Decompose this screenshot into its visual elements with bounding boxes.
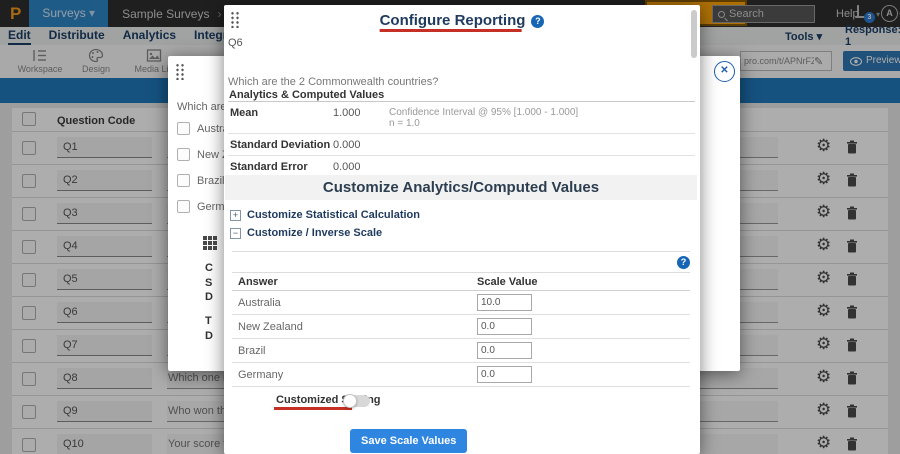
section-customize-statistical-calculation[interactable]: + Customize Statistical Calculation [230, 209, 420, 221]
confidence-interval: Confidence Interval @ 95% [1.000 - 1.000… [389, 107, 578, 118]
clipped-label: T [205, 315, 212, 327]
help-icon[interactable]: ? [677, 256, 690, 269]
scale-value-input[interactable] [477, 366, 532, 383]
column-header: Scale Value [477, 276, 538, 288]
scale-table: Answer Scale Value Australia New Zealand [232, 273, 690, 387]
clipped-label: C [205, 262, 213, 274]
stat-row: Standard Error 0.000 [228, 156, 695, 177]
question-text: Which are the 2 Commonwealth countries? [228, 76, 438, 88]
stat-label: Mean [230, 107, 333, 129]
section-label: Customize / Inverse Scale [247, 227, 382, 239]
answer-label: New Zealand [238, 321, 303, 333]
save-scale-values-button[interactable]: Save Scale Values [350, 429, 467, 453]
stat-notes: Confidence Interval @ 95% [1.000 - 1.000… [389, 107, 695, 129]
clipped-label: D [205, 291, 213, 303]
scale-table-header: Answer Scale Value [232, 273, 690, 291]
configure-reporting-dialog: Configure Reporting? Q6 Which are the 2 … [224, 5, 700, 454]
toggle-knob[interactable] [343, 394, 357, 408]
option-checkbox[interactable] [177, 174, 190, 187]
label-underline [274, 407, 352, 410]
customized-scaling-toggle[interactable] [344, 395, 370, 407]
collapse-icon[interactable]: − [230, 228, 241, 239]
scale-rows: Australia New Zealand Brazil Ger [232, 291, 690, 387]
title-underline [380, 29, 522, 32]
scale-row: New Zealand [232, 315, 690, 339]
answer-option: Brazil [177, 174, 225, 187]
question-code: Q6 [228, 37, 243, 49]
clipped-label: S [205, 277, 212, 289]
option-label: Brazil [197, 175, 225, 187]
customize-heading: Customize Analytics/Computed Values [225, 175, 697, 200]
stat-row: Standard Deviation 0.000 [228, 134, 695, 156]
option-checkbox[interactable] [177, 148, 190, 161]
help-icon[interactable]: ? [531, 15, 544, 28]
stat-label: Standard Error [230, 161, 333, 173]
scale-value-input[interactable] [477, 318, 532, 335]
stat-label: Standard Deviation [230, 139, 333, 151]
scale-row: Germany [232, 363, 690, 387]
stat-value: 0.000 [333, 139, 389, 151]
stat-notes [389, 139, 695, 151]
scale-value-input[interactable] [477, 294, 532, 311]
stat-notes [389, 161, 695, 173]
customized-scaling-row: Customized Scaling [224, 393, 700, 409]
option-checkbox[interactable] [177, 122, 190, 135]
section-label: Customize Statistical Calculation [247, 209, 420, 221]
scale-value-input[interactable] [477, 342, 532, 359]
page-title: Configure Reporting [380, 12, 526, 29]
drag-handle-icon[interactable] [175, 63, 185, 80]
app-screen: P Surveys ▾ Sample Surveys›Qu Help 3 ▾ A… [0, 0, 900, 454]
close-icon[interactable]: ✕ [714, 61, 735, 82]
clipped-label: D [205, 330, 213, 342]
stat-row: Mean 1.000 Confidence Interval @ 95% [1.… [228, 102, 695, 134]
analytics-heading: Analytics & Computed Values [229, 89, 384, 101]
stats-list: Mean 1.000 Confidence Interval @ 95% [1.… [228, 102, 695, 177]
divider [232, 251, 690, 252]
expand-icon[interactable]: + [230, 210, 241, 221]
answer-label: Brazil [238, 345, 266, 357]
answer-label: Germany [238, 369, 283, 381]
scale-row: Brazil [232, 339, 690, 363]
column-header: Answer [238, 276, 278, 288]
scrollbar-thumb[interactable] [691, 10, 697, 58]
table-grid-icon[interactable] [203, 236, 219, 251]
section-customize-inverse-scale[interactable]: − Customize / Inverse Scale [230, 227, 382, 239]
scale-row: Australia [232, 291, 690, 315]
stat-value: 0.000 [333, 161, 389, 173]
option-checkbox[interactable] [177, 200, 190, 213]
answer-label: Australia [238, 297, 281, 309]
stat-value: 1.000 [333, 107, 389, 129]
sample-size: n = 1.0 [389, 118, 420, 129]
